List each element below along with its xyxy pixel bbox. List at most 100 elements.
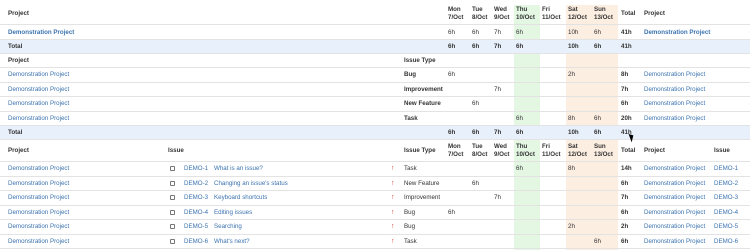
- issue-key-link-right[interactable]: DEMO-1: [714, 162, 738, 176]
- project-link-right[interactable]: Demonstration Project: [644, 177, 705, 191]
- hours-cell: 6h: [594, 129, 602, 136]
- hours-cell: 6h: [516, 129, 524, 136]
- row-total-cell: 6h: [621, 100, 629, 108]
- project-link-right[interactable]: Demonstration Project: [644, 162, 705, 176]
- project-link[interactable]: Demonstration Project: [8, 83, 69, 97]
- project-link-right[interactable]: Demonstration Project: [644, 220, 705, 234]
- hours-cell: 8h: [568, 165, 575, 173]
- project-column-header-right: Project: [644, 146, 665, 154]
- project-link[interactable]: Demonstration Project: [8, 177, 69, 191]
- day-date: 10/Oct: [516, 13, 535, 21]
- day-header-thu: Thu 10/Oct: [516, 140, 535, 161]
- project-link-right[interactable]: Demonstration Project: [644, 191, 705, 205]
- day-name: Sun: [594, 5, 606, 13]
- project-link-right[interactable]: Demonstration Project: [644, 68, 705, 82]
- day-header-wed: Wed 9/Oct: [494, 3, 509, 24]
- total-label: Total: [8, 129, 23, 136]
- project-link-right[interactable]: Demonstration Project: [644, 97, 705, 111]
- issue-key-link[interactable]: DEMO-2: [184, 177, 208, 191]
- row-total-cell: 14h: [621, 165, 632, 173]
- hours-cell: 2h: [568, 71, 575, 79]
- day-name: Wed: [494, 5, 507, 13]
- hours-cell: 2h: [568, 223, 575, 231]
- issue-type-label: New Feature: [404, 100, 441, 108]
- issue-key-link[interactable]: DEMO-1: [184, 162, 208, 176]
- project-link-right[interactable]: Demonstration Project: [644, 112, 705, 126]
- project-link[interactable]: Demonstration Project: [8, 97, 69, 111]
- project-link[interactable]: Demonstration Project: [8, 220, 69, 234]
- issue-column-header: Issue: [168, 146, 184, 154]
- issue-key-link[interactable]: DEMO-4: [184, 206, 208, 220]
- issue-key-link-right[interactable]: DEMO-2: [714, 177, 738, 191]
- section1-project-row: Demonstration Project 6h 6h 7h 6h 10h 6h 41h Dem…: [0, 25, 750, 40]
- issue-summary-link[interactable]: What is an issue?: [214, 162, 263, 176]
- hours-cell: 7h: [494, 43, 502, 50]
- day-name: Sat: [568, 5, 578, 13]
- day-header-sun: Sun 13/Oct: [594, 140, 613, 161]
- hours-cell: 7h: [494, 28, 501, 36]
- project-link[interactable]: Demonstration Project: [8, 235, 69, 249]
- priority-high-icon: ↑: [391, 208, 395, 216]
- priority-high-icon: ↑: [391, 223, 395, 231]
- issue-summary-link[interactable]: Editing issues: [214, 206, 252, 220]
- issue-key-link-right[interactable]: DEMO-3: [714, 191, 738, 205]
- project-link-right[interactable]: Demonstration Project: [644, 25, 710, 39]
- row-total-cell: 2h: [621, 223, 629, 231]
- hours-cell: 6h: [472, 100, 479, 108]
- issue-type-label: Improvement: [404, 194, 441, 202]
- project-column-header: Project: [8, 9, 29, 17]
- issue-summary-link[interactable]: Searching: [214, 220, 242, 234]
- priority-high-icon: ↑: [391, 194, 395, 202]
- section2-row: Demonstration Project Task 6h 8h 6h 20h Demons…: [0, 112, 750, 126]
- day-header-sun: Sun 13/Oct: [594, 3, 613, 24]
- row-total-cell: 7h: [621, 85, 629, 93]
- project-link-right[interactable]: Demonstration Project: [644, 235, 705, 249]
- issue-type-column-header: Issue Type: [404, 146, 436, 154]
- project-link[interactable]: Demonstration Project: [8, 162, 69, 176]
- section3-row: Demonstration Project DEMO-5 Searching ↑ Bug…: [0, 220, 750, 235]
- issue-key-link[interactable]: DEMO-3: [184, 191, 208, 205]
- hours-cell: 6h: [594, 114, 601, 122]
- hours-cell: 6h: [594, 43, 602, 50]
- issue-key-link-right[interactable]: DEMO-6: [714, 235, 738, 249]
- day-date: 7/Oct: [448, 13, 464, 21]
- bug-icon: [170, 206, 179, 220]
- day-header-thu: Thu 10/Oct: [516, 3, 535, 24]
- priority-high-icon: ↑: [391, 179, 395, 187]
- project-link[interactable]: Demonstration Project: [8, 206, 69, 220]
- project-link-right[interactable]: Demonstration Project: [644, 206, 705, 220]
- project-column-header: Project: [8, 56, 29, 64]
- project-link[interactable]: Demonstration Project: [8, 25, 74, 39]
- bug-icon: [170, 220, 179, 234]
- section3-row: Demonstration Project DEMO-2 Changing an i…: [0, 177, 750, 191]
- hours-cell: 6h: [516, 28, 523, 36]
- day-header-fri: Fri 11/Oct: [542, 3, 561, 24]
- issue-summary-link[interactable]: Keyboard shortcuts: [214, 191, 267, 205]
- issue-key-link-right[interactable]: DEMO-4: [714, 206, 738, 220]
- section1-total-row: Total 6h 6h 7h 6h 10h 6h 41h: [0, 40, 750, 54]
- issue-summary-link[interactable]: What's next?: [214, 235, 250, 249]
- project-link-right[interactable]: Demonstration Project: [644, 83, 705, 97]
- issue-key-link[interactable]: DEMO-5: [184, 220, 208, 234]
- project-link[interactable]: Demonstration Project: [8, 112, 69, 126]
- section2-header-row: Project Issue Type: [0, 54, 750, 68]
- total-column-header: Total: [621, 146, 636, 154]
- bug-icon-glyph: [170, 209, 175, 215]
- row-total-cell: 6h: [621, 208, 629, 216]
- improvement-icon-glyph: [170, 195, 175, 201]
- day-name: Tue: [472, 142, 483, 150]
- day-date: 8/Oct: [472, 13, 488, 21]
- project-link[interactable]: Demonstration Project: [8, 191, 69, 205]
- section3-row: Demonstration Project DEMO-1 What is an is…: [0, 162, 750, 177]
- day-date: 9/Oct: [494, 150, 510, 158]
- issue-key-link[interactable]: DEMO-6: [184, 235, 208, 249]
- issue-key-link-right[interactable]: DEMO-5: [714, 220, 738, 234]
- day-date: 13/Oct: [594, 150, 613, 158]
- day-date: 8/Oct: [472, 150, 488, 158]
- day-date: 7/Oct: [448, 150, 464, 158]
- hours-cell: 6h: [594, 237, 601, 245]
- issue-summary-link[interactable]: Changing an issue's status: [214, 177, 288, 191]
- hours-cell: 6h: [594, 28, 601, 36]
- day-name: Wed: [494, 142, 507, 150]
- project-link[interactable]: Demonstration Project: [8, 68, 69, 82]
